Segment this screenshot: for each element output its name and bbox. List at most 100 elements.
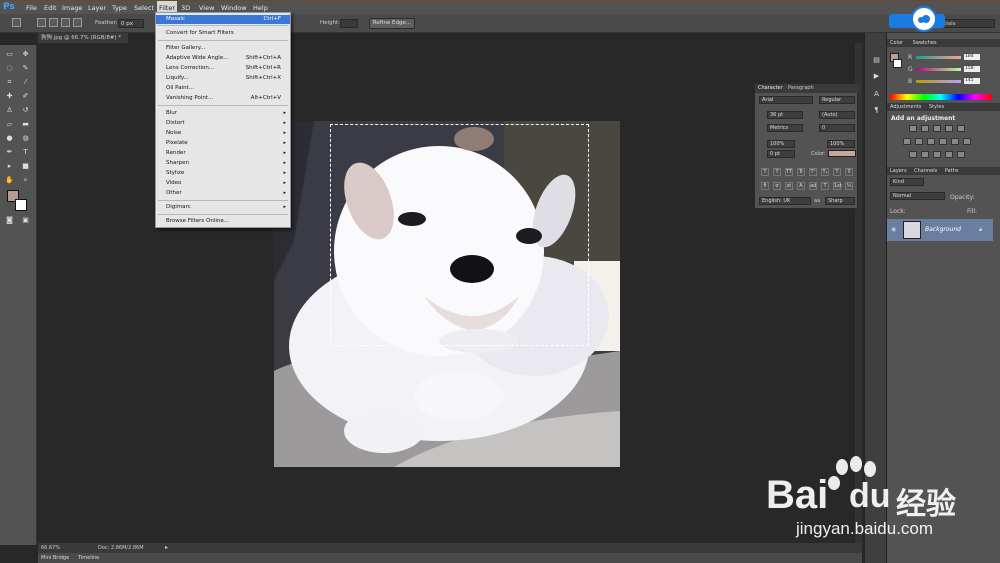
- history-brush-icon[interactable]: ↺: [20, 105, 31, 115]
- clone-stamp-icon[interactable]: ♙: [4, 105, 15, 115]
- antialias-select[interactable]: Sharp: [825, 197, 855, 205]
- shape-tool-icon[interactable]: ■: [20, 161, 31, 171]
- vertical-scale-input[interactable]: 100%: [767, 140, 795, 148]
- superscript-button[interactable]: T¹: [809, 168, 817, 176]
- intersect-selection-icon[interactable]: [73, 18, 82, 27]
- document-tab[interactable]: 狗狗.jpg @ 66.7% (RGB/8#) *: [38, 33, 128, 43]
- marquee-preset-icon[interactable]: [12, 18, 21, 27]
- menu-item-lens-correction[interactable]: Lens Correction... Shift+Ctrl+R: [156, 64, 290, 73]
- tab-channels[interactable]: Channels: [914, 168, 937, 174]
- g-slider[interactable]: [916, 68, 961, 71]
- menu-item-vanishing-point[interactable]: Vanishing Point... Alt+Ctrl+V: [156, 94, 290, 103]
- menu-select[interactable]: Select: [132, 1, 156, 15]
- vibrance-icon[interactable]: [957, 125, 965, 132]
- menu-item-digimarc[interactable]: Digimarc ▸: [156, 203, 290, 212]
- discretionary-lig-button[interactable]: ad: [809, 182, 817, 190]
- titling-button[interactable]: T: [821, 182, 829, 190]
- height-input[interactable]: [340, 19, 358, 28]
- old-style-button[interactable]: σ: [773, 182, 781, 190]
- background-color-swatch[interactable]: [15, 199, 27, 211]
- tab-mini-bridge[interactable]: Mini Bridge: [41, 555, 69, 561]
- tab-layers[interactable]: Layers: [890, 168, 907, 174]
- menu-edit[interactable]: Edit: [42, 1, 59, 15]
- kerning-input[interactable]: Metrics: [767, 124, 803, 132]
- gradient-icon[interactable]: ▬: [20, 119, 31, 129]
- screen-mode-icon[interactable]: ▣: [20, 215, 31, 225]
- layer-name[interactable]: Background: [925, 226, 961, 233]
- baseline-shift-input[interactable]: 0 pt: [767, 150, 795, 158]
- actions-panel-icon[interactable]: ▶: [871, 71, 882, 81]
- quick-select-icon[interactable]: ✎: [20, 63, 31, 73]
- layer-row-background[interactable]: ◉ Background 🔒︎: [887, 219, 993, 241]
- color-lookup-icon[interactable]: [963, 138, 971, 145]
- zoom-readout[interactable]: 66.67%: [41, 545, 60, 551]
- menu-item-noise[interactable]: Noise ▸: [156, 129, 290, 138]
- blur-tool-icon[interactable]: ●: [4, 133, 15, 143]
- subscript-button[interactable]: T₁: [821, 168, 829, 176]
- crop-tool-icon[interactable]: ⌗: [4, 77, 15, 87]
- r-value[interactable]: 184: [964, 54, 980, 60]
- quick-mask-icon[interactable]: ◙: [4, 215, 15, 225]
- layer-kind-filter[interactable]: Kind: [890, 178, 924, 186]
- b-slider[interactable]: [916, 80, 961, 83]
- font-style-select[interactable]: Regular: [819, 96, 855, 104]
- invert-icon[interactable]: [909, 151, 917, 158]
- swash-button[interactable]: A: [797, 182, 805, 190]
- brush-tool-icon[interactable]: ✐: [20, 91, 31, 101]
- dodge-tool-icon[interactable]: ◍: [20, 133, 31, 143]
- menu-item-sharpen[interactable]: Sharpen ▸: [156, 159, 290, 168]
- marquee-tool-icon[interactable]: ▭: [4, 49, 15, 59]
- new-selection-icon[interactable]: [37, 18, 46, 27]
- hue-sat-icon[interactable]: [903, 138, 911, 145]
- menu-item-other[interactable]: Other ▸: [156, 189, 290, 198]
- menu-item-mosaic[interactable]: Mosaic Ctrl+F: [156, 15, 290, 24]
- menu-type[interactable]: Type: [110, 1, 129, 15]
- stylistic-alt-button[interactable]: st: [785, 182, 793, 190]
- exposure-icon[interactable]: [945, 125, 953, 132]
- menu-item-video[interactable]: Video ▸: [156, 179, 290, 188]
- blend-mode-select[interactable]: Normal: [890, 192, 945, 200]
- lasso-tool-icon[interactable]: ◌: [4, 63, 15, 73]
- tracking-input[interactable]: 0: [819, 124, 855, 132]
- strikethrough-button[interactable]: Ŧ: [845, 168, 853, 176]
- pen-tool-icon[interactable]: ✒: [4, 147, 15, 157]
- menu-layer[interactable]: Layer: [86, 1, 108, 15]
- bw-icon[interactable]: [927, 138, 935, 145]
- tab-timeline[interactable]: Timeline: [78, 555, 99, 561]
- font-family-select[interactable]: Arial: [759, 96, 813, 104]
- path-select-icon[interactable]: ▸: [4, 161, 15, 171]
- menu-item-blur[interactable]: Blur ▸: [156, 109, 290, 118]
- menu-item-pixelate[interactable]: Pixelate ▸: [156, 139, 290, 148]
- photo-filter-icon[interactable]: [939, 138, 947, 145]
- type-tool-icon[interactable]: T: [20, 147, 31, 157]
- menu-item-adaptive-wide-angle[interactable]: Adaptive Wide Angle... Shift+Ctrl+A: [156, 54, 290, 63]
- ligature-button[interactable]: fi: [761, 182, 769, 190]
- menu-item-filter-gallery[interactable]: Filter Gallery...: [156, 44, 290, 53]
- eraser-icon[interactable]: ▱: [4, 119, 15, 129]
- color-panel-bg-swatch[interactable]: [893, 59, 902, 68]
- font-size-input[interactable]: 36 pt: [767, 111, 803, 119]
- tab-color[interactable]: Color: [890, 40, 903, 46]
- underline-button[interactable]: T: [833, 168, 841, 176]
- menu-item-render[interactable]: Render ▸: [156, 149, 290, 158]
- text-color-swatch[interactable]: [828, 150, 856, 157]
- tab-adjustments[interactable]: Adjustments: [890, 104, 921, 110]
- b-value[interactable]: 145: [964, 78, 980, 84]
- gradient-map-icon[interactable]: [945, 151, 953, 158]
- g-value[interactable]: 158: [964, 66, 980, 72]
- eyedropper-icon[interactable]: ⁄: [20, 77, 31, 87]
- brightness-icon[interactable]: [909, 125, 917, 132]
- tab-character[interactable]: Character: [758, 85, 783, 91]
- leading-input[interactable]: (Auto): [819, 111, 855, 119]
- add-selection-icon[interactable]: [49, 18, 58, 27]
- menu-item-browse-online[interactable]: Browse Filters Online...: [156, 217, 290, 226]
- menu-file[interactable]: File: [24, 1, 39, 15]
- status-arrow-icon[interactable]: ▸: [165, 544, 168, 551]
- feather-input[interactable]: 0 px: [118, 19, 144, 28]
- language-select[interactable]: English: UK: [759, 197, 811, 205]
- character-panel-icon[interactable]: A: [871, 89, 882, 99]
- eye-icon[interactable]: ◉: [891, 226, 896, 233]
- paragraph-panel-icon[interactable]: ¶: [871, 105, 882, 115]
- color-spectrum[interactable]: [890, 94, 992, 100]
- curves-icon[interactable]: [933, 125, 941, 132]
